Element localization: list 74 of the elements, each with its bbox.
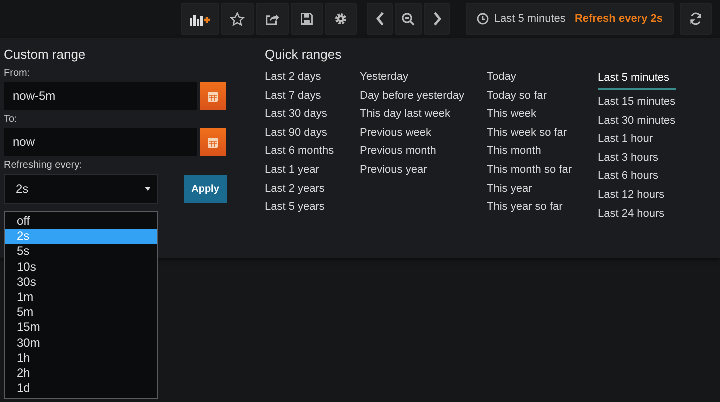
quick-range-link[interactable]: Last 5 minutes xyxy=(598,70,676,90)
back-button[interactable] xyxy=(367,3,394,35)
dropdown-arrow-icon xyxy=(145,187,151,191)
section-title: Quick ranges xyxy=(265,47,343,62)
quick-range-link[interactable]: Previous week xyxy=(360,124,487,142)
chevron-right-icon xyxy=(432,12,442,26)
save-icon xyxy=(300,12,314,26)
calendar-icon xyxy=(208,136,218,148)
share-button[interactable] xyxy=(256,3,290,35)
settings-button[interactable] xyxy=(325,3,358,35)
quick-range-link[interactable]: Today xyxy=(487,68,598,87)
quick-range-link[interactable]: Last 15 minutes xyxy=(598,93,676,112)
dropdown-option[interactable]: 30m xyxy=(5,336,157,351)
quick-range-link[interactable]: This year so far xyxy=(487,198,598,217)
quick-range-link[interactable]: This year xyxy=(487,180,598,198)
field-label: From: xyxy=(4,68,32,79)
quick-range-link[interactable]: Last 3 hours xyxy=(598,148,676,168)
zoom-out-button[interactable] xyxy=(395,3,422,35)
bar-chart-plus-icon xyxy=(190,12,210,26)
from-field[interactable]: now-5m xyxy=(4,82,197,110)
to-field[interactable]: now xyxy=(4,128,197,156)
field-label: To: xyxy=(4,114,18,125)
quick-range-link[interactable]: This week so far xyxy=(487,124,598,142)
quick-range-link[interactable]: Last 7 days xyxy=(265,86,360,106)
quick-range-link[interactable]: This day last week xyxy=(360,105,487,124)
quick-range-link[interactable]: Last 90 days xyxy=(265,124,360,142)
calendar-button[interactable] xyxy=(200,82,226,110)
dropdown-option[interactable]: 1m xyxy=(5,290,157,306)
apply-button[interactable]: Apply xyxy=(184,175,227,203)
quick-range-link[interactable]: Day before yesterday xyxy=(360,86,487,106)
dropdown-option[interactable]: 1d xyxy=(5,381,157,396)
dropdown-option[interactable]: 2h xyxy=(5,366,157,382)
quick-range-link[interactable]: Previous year xyxy=(360,160,487,180)
refresh-icon xyxy=(689,12,703,26)
field-label: Refreshing every: xyxy=(4,160,84,171)
time-range-button[interactable]: Last 5 minutes Refresh every 2s xyxy=(466,3,674,35)
zoom-out-icon xyxy=(401,12,416,26)
save-button[interactable] xyxy=(291,3,324,35)
quick-range-link[interactable]: This month xyxy=(487,142,598,161)
quick-range-link[interactable]: This week xyxy=(487,105,598,124)
dropdown-option[interactable]: 15m xyxy=(5,320,157,336)
quick-range-link[interactable]: Last 12 hours xyxy=(598,186,676,205)
quick-range-link[interactable]: Last 1 hour xyxy=(598,130,676,149)
dropdown-option[interactable]: 5m xyxy=(5,305,157,320)
quick-range-link[interactable]: Last 1 year xyxy=(265,160,360,180)
add-panel-button[interactable] xyxy=(181,3,220,35)
quick-range-link[interactable]: Previous month xyxy=(360,142,487,161)
quick-range-link[interactable]: Last 6 months xyxy=(265,142,360,161)
forward-button[interactable] xyxy=(424,3,450,35)
calendar-icon xyxy=(208,90,218,102)
quick-range-link[interactable]: Last 30 minutes xyxy=(598,112,676,130)
quick-range-link[interactable]: Yesterday xyxy=(360,68,487,87)
quick-range-link[interactable]: Last 6 hours xyxy=(598,167,676,186)
dropdown-option[interactable]: 5s xyxy=(5,244,157,260)
dropdown-option[interactable]: off xyxy=(5,214,157,230)
dropdown-option[interactable]: 1h xyxy=(5,350,157,366)
quick-range-link[interactable]: Last 24 hours xyxy=(598,204,676,224)
refresh-button[interactable] xyxy=(680,3,712,35)
dropdown-option[interactable]: 30s xyxy=(5,274,157,290)
quick-range-link[interactable]: Last 30 days xyxy=(265,105,360,124)
quick-range-link[interactable]: Last 5 years xyxy=(265,198,360,217)
dropdown-option[interactable]: 10s xyxy=(5,260,157,275)
quick-range-link[interactable]: Last 2 years xyxy=(265,180,360,198)
clock-icon xyxy=(477,13,490,25)
calendar-button[interactable] xyxy=(200,128,226,156)
star-icon xyxy=(230,12,246,26)
quick-range-link[interactable]: Today so far xyxy=(487,86,598,106)
section-title: Custom range xyxy=(4,47,87,62)
settings-icon xyxy=(334,12,348,26)
quick-range-link[interactable]: This month so far xyxy=(487,160,598,180)
quick-range-link[interactable]: Last 2 days xyxy=(265,68,360,87)
star-button[interactable] xyxy=(221,3,254,35)
chevron-left-icon xyxy=(376,12,385,26)
refresh-select[interactable]: 2s xyxy=(4,174,158,204)
